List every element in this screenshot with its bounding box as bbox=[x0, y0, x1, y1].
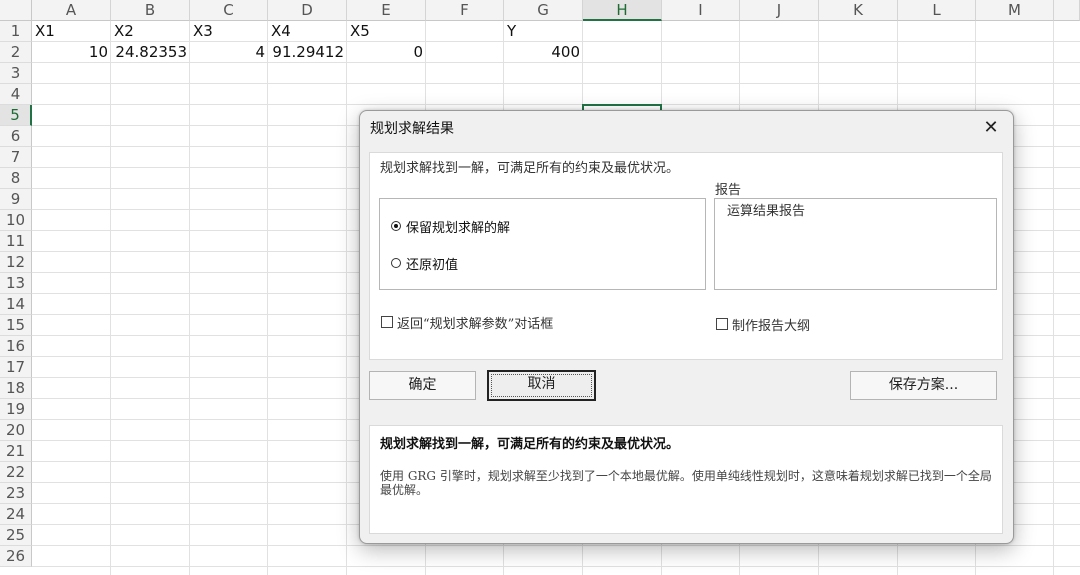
cell-f2[interactable] bbox=[426, 42, 504, 63]
row-header-24[interactable]: 24 bbox=[0, 504, 32, 525]
row-header-13[interactable]: 13 bbox=[0, 273, 32, 294]
select-all-corner[interactable] bbox=[0, 0, 32, 21]
details-text: 使用 GRG 引擎时，规划求解至少找到了一个本地最优解。使用单纯线性规划时，这意… bbox=[380, 469, 992, 497]
result-message: 规划求解找到一解，可满足所有的约束及最优状况。 bbox=[380, 161, 680, 176]
row-header-12[interactable]: 12 bbox=[0, 252, 32, 273]
row-header-3[interactable]: 3 bbox=[0, 63, 32, 84]
row-header-25[interactable]: 25 bbox=[0, 525, 32, 546]
row-header-17[interactable]: 17 bbox=[0, 357, 32, 378]
row-header-26[interactable]: 26 bbox=[0, 546, 32, 567]
cell-f1[interactable] bbox=[426, 21, 504, 42]
column-header-j[interactable]: J bbox=[740, 0, 819, 21]
cell-a1[interactable]: X1 bbox=[32, 21, 111, 42]
restore-original-values-label: 还原初值 bbox=[406, 257, 459, 273]
column-header-e[interactable]: E bbox=[347, 0, 426, 21]
result-details-panel: 规划求解找到一解，可满足所有的约束及最优状况。 使用 GRG 引擎时，规划求解至… bbox=[369, 425, 1003, 534]
column-header-b[interactable]: B bbox=[111, 0, 190, 21]
solver-results-dialog: 规划求解结果 ✕ 规划求解找到一解，可满足所有的约束及最优状况。 保留规划求解的… bbox=[359, 110, 1014, 544]
cell-b1[interactable]: X2 bbox=[111, 21, 190, 42]
cell-g2[interactable]: 400 bbox=[504, 42, 583, 63]
row-header-7[interactable]: 7 bbox=[0, 147, 32, 168]
grid-line bbox=[32, 83, 1080, 84]
close-icon[interactable]: ✕ bbox=[979, 116, 1003, 140]
solution-radio-group: 保留规划求解的解 还原初值 bbox=[379, 198, 706, 290]
row-header-11[interactable]: 11 bbox=[0, 231, 32, 252]
focus-rectangle bbox=[491, 374, 592, 397]
column-header-i[interactable]: I bbox=[662, 0, 740, 21]
cell-d1[interactable]: X4 bbox=[268, 21, 347, 42]
column-header-l[interactable]: L bbox=[898, 0, 976, 21]
cell-c2[interactable]: 4 bbox=[190, 42, 268, 63]
row-header-16[interactable]: 16 bbox=[0, 336, 32, 357]
details-heading: 规划求解找到一解，可满足所有的约束及最优状况。 bbox=[380, 437, 680, 452]
row-header-22[interactable]: 22 bbox=[0, 462, 32, 483]
return-to-parameters-checkbox[interactable]: 返回“规划求解参数”对话框 bbox=[381, 313, 554, 332]
radio-unselected-icon[interactable] bbox=[391, 258, 401, 268]
checkbox-icon[interactable] bbox=[381, 316, 393, 328]
row-header-20[interactable]: 20 bbox=[0, 420, 32, 441]
column-header-partial[interactable] bbox=[1054, 0, 1080, 21]
cell-g1[interactable]: Y bbox=[504, 21, 583, 42]
grid-line bbox=[32, 545, 1080, 546]
row-header-14[interactable]: 14 bbox=[0, 294, 32, 315]
column-header-m[interactable]: M bbox=[976, 0, 1054, 21]
keep-solver-solution-option[interactable]: 保留规划求解的解 bbox=[391, 217, 511, 236]
row-header-2[interactable]: 2 bbox=[0, 42, 32, 63]
restore-original-values-option[interactable]: 还原初值 bbox=[391, 254, 459, 273]
column-header-k[interactable]: K bbox=[819, 0, 898, 21]
cell-e2[interactable]: 0 bbox=[347, 42, 426, 63]
cell-e1[interactable]: X5 bbox=[347, 21, 426, 42]
row-header-9[interactable]: 9 bbox=[0, 189, 32, 210]
row-header-8[interactable]: 8 bbox=[0, 168, 32, 189]
column-header-h[interactable]: H bbox=[583, 0, 662, 21]
row-header-15[interactable]: 15 bbox=[0, 315, 32, 336]
column-header-g[interactable]: G bbox=[504, 0, 583, 21]
cell-c1[interactable]: X3 bbox=[190, 21, 268, 42]
row-header-21[interactable]: 21 bbox=[0, 441, 32, 462]
cell-d2[interactable]: 91.29412 bbox=[268, 42, 347, 63]
checkbox-icon[interactable] bbox=[716, 318, 728, 330]
solver-options-panel: 规划求解找到一解，可满足所有的约束及最优状况。 保留规划求解的解 还原初值 报告… bbox=[369, 152, 1003, 360]
radio-selected-icon[interactable] bbox=[391, 221, 401, 231]
column-header-c[interactable]: C bbox=[190, 0, 268, 21]
row-header-1[interactable]: 1 bbox=[0, 21, 32, 42]
column-header-d[interactable]: D bbox=[268, 0, 347, 21]
column-header-a[interactable]: A bbox=[32, 0, 111, 21]
row-header-6[interactable]: 6 bbox=[0, 126, 32, 147]
return-to-parameters-label: 返回“规划求解参数”对话框 bbox=[397, 316, 554, 332]
cell-a2[interactable]: 10 bbox=[32, 42, 111, 63]
row-header-23[interactable]: 23 bbox=[0, 483, 32, 504]
keep-solver-solution-label: 保留规划求解的解 bbox=[406, 220, 511, 236]
column-header-f[interactable]: F bbox=[426, 0, 504, 21]
row-header-18[interactable]: 18 bbox=[0, 378, 32, 399]
save-scenario-button[interactable]: 保存方案... bbox=[850, 371, 997, 400]
grid-line bbox=[32, 104, 1080, 105]
reports-label: 报告 bbox=[715, 183, 742, 198]
dialog-title: 规划求解结果 bbox=[370, 121, 454, 137]
outline-reports-checkbox[interactable]: 制作报告大纲 bbox=[716, 315, 811, 334]
answer-report-item[interactable]: 运算结果报告 bbox=[727, 200, 805, 219]
reports-listbox[interactable]: 运算结果报告 bbox=[714, 198, 997, 290]
ok-button[interactable]: 确定 bbox=[369, 371, 476, 400]
row-header-5[interactable]: 5 bbox=[0, 105, 32, 126]
outline-reports-label: 制作报告大纲 bbox=[732, 318, 811, 334]
row-header-4[interactable]: 4 bbox=[0, 84, 32, 105]
cancel-button[interactable]: 取消 bbox=[487, 370, 596, 401]
row-header-19[interactable]: 19 bbox=[0, 399, 32, 420]
grid-line bbox=[32, 566, 1080, 567]
cell-b2[interactable]: 24.82353 bbox=[111, 42, 190, 63]
row-header-10[interactable]: 10 bbox=[0, 210, 32, 231]
